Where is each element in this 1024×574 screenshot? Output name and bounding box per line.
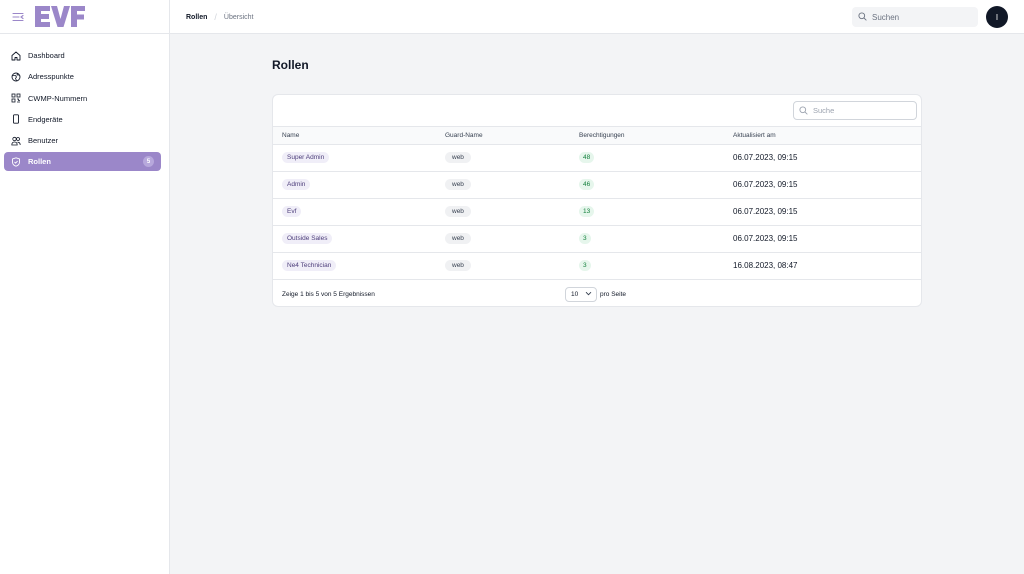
per-page-control: 10 pro Seite xyxy=(565,287,626,302)
search-icon xyxy=(858,8,867,26)
page-title: Rollen xyxy=(272,58,309,72)
permissions-count-badge: 3 xyxy=(579,260,591,271)
global-search[interactable] xyxy=(852,7,978,27)
sidebar-item-label: Rollen xyxy=(28,157,51,167)
permissions-count-badge: 13 xyxy=(579,206,595,217)
role-name-badge: Super Admin xyxy=(282,152,330,163)
updated-at: 06.07.2023, 09:15 xyxy=(733,153,798,162)
guard-name-badge: web xyxy=(445,179,471,190)
user-avatar[interactable]: I xyxy=(986,6,1008,28)
qr-code-icon xyxy=(10,92,22,104)
sidebar-item-adresspunkte[interactable]: Adresspunkte xyxy=(4,67,161,86)
evf-logo[interactable] xyxy=(34,5,86,29)
chevron-down-icon xyxy=(585,291,592,298)
results-summary: Zeige 1 bis 5 von 5 Ergebnissen xyxy=(282,291,375,298)
permissions-count-badge: 46 xyxy=(579,179,595,190)
per-page-label: pro Seite xyxy=(600,291,627,298)
sidebar-item-label: Dashboard xyxy=(28,51,65,60)
roles-table-card: Name Guard-Name Berechtigungen Aktualisi… xyxy=(272,94,922,307)
permissions-count-badge: 3 xyxy=(579,233,591,244)
column-header-berechtigungen[interactable]: Berechtigungen xyxy=(579,132,625,139)
globe-icon xyxy=(10,71,22,83)
table-search[interactable] xyxy=(793,101,917,120)
column-header-name[interactable]: Name xyxy=(282,132,299,139)
breadcrumb: Rollen / Übersicht xyxy=(186,12,253,22)
updated-at: 06.07.2023, 09:15 xyxy=(733,207,798,216)
guard-name-badge: web xyxy=(445,152,471,163)
sidebar-item-dashboard[interactable]: Dashboard xyxy=(4,46,161,65)
role-name-badge: Evf xyxy=(282,206,302,217)
count-badge: 5 xyxy=(143,156,154,168)
shield-icon xyxy=(10,156,22,168)
table-footer: Zeige 1 bis 5 von 5 Ergebnissen 10 pro S… xyxy=(273,282,921,306)
table-row[interactable]: Admin web 46 06.07.2023, 09:15 xyxy=(273,172,921,199)
table-row[interactable]: Evf web 13 06.07.2023, 09:15 xyxy=(273,199,921,226)
sidebar-item-endgeraete[interactable]: Endgeräte xyxy=(4,110,161,129)
table-search-input[interactable] xyxy=(813,106,913,115)
role-name-badge: Admin xyxy=(282,179,311,190)
sidebar-header xyxy=(0,0,169,34)
table-row[interactable]: Outside Sales web 3 06.07.2023, 09:15 xyxy=(273,226,921,253)
updated-at: 06.07.2023, 09:15 xyxy=(733,180,798,189)
breadcrumb-separator: / xyxy=(214,12,217,22)
role-name-badge: Ne4 Technician xyxy=(282,260,337,271)
table-header: Name Guard-Name Berechtigungen Aktualisi… xyxy=(273,126,921,145)
guard-name-badge: web xyxy=(445,260,471,271)
guard-name-badge: web xyxy=(445,233,471,244)
breadcrumb-current: Übersicht xyxy=(223,13,254,21)
per-page-value: 10 xyxy=(571,291,579,298)
device-icon xyxy=(10,113,22,125)
sidebar-item-rollen[interactable]: Rollen 5 xyxy=(4,152,161,172)
global-search-input[interactable] xyxy=(872,12,968,22)
sidebar-item-benutzer[interactable]: Benutzer xyxy=(4,131,161,150)
evf-logo-mark xyxy=(35,5,85,27)
sidebar-item-label: Adresspunkte xyxy=(28,72,74,82)
sidebar: Dashboard Adresspunkte CWMP-Nummern Endg… xyxy=(0,0,170,574)
collapse-sidebar-icon[interactable] xyxy=(11,10,25,24)
permissions-count-badge: 48 xyxy=(579,152,595,163)
sidebar-item-label: CWMP-Nummern xyxy=(28,93,88,103)
sidebar-item-label: Benutzer xyxy=(28,136,59,146)
table-row[interactable]: Ne4 Technician web 3 16.08.2023, 08:47 xyxy=(273,253,921,280)
topbar: Rollen / Übersicht I xyxy=(170,0,1024,34)
table-row[interactable]: Super Admin web 48 06.07.2023, 09:15 xyxy=(273,145,921,172)
sidebar-item-cwmp-nummern[interactable]: CWMP-Nummern xyxy=(4,89,161,108)
guard-name-badge: web xyxy=(445,206,471,217)
sidebar-nav: Dashboard Adresspunkte CWMP-Nummern Endg… xyxy=(0,34,169,172)
search-icon xyxy=(799,102,808,120)
column-header-guard-name[interactable]: Guard-Name xyxy=(445,132,483,139)
users-icon xyxy=(10,135,22,147)
breadcrumb-section-link[interactable]: Rollen xyxy=(186,14,207,21)
role-name-badge: Outside Sales xyxy=(282,233,333,244)
per-page-select[interactable]: 10 xyxy=(565,287,597,302)
sidebar-item-label: Endgeräte xyxy=(28,114,63,124)
column-header-aktualisiert-am[interactable]: Aktualisiert am xyxy=(733,132,776,139)
updated-at: 06.07.2023, 09:15 xyxy=(733,234,798,243)
home-icon xyxy=(10,50,22,62)
updated-at: 16.08.2023, 08:47 xyxy=(733,261,798,270)
